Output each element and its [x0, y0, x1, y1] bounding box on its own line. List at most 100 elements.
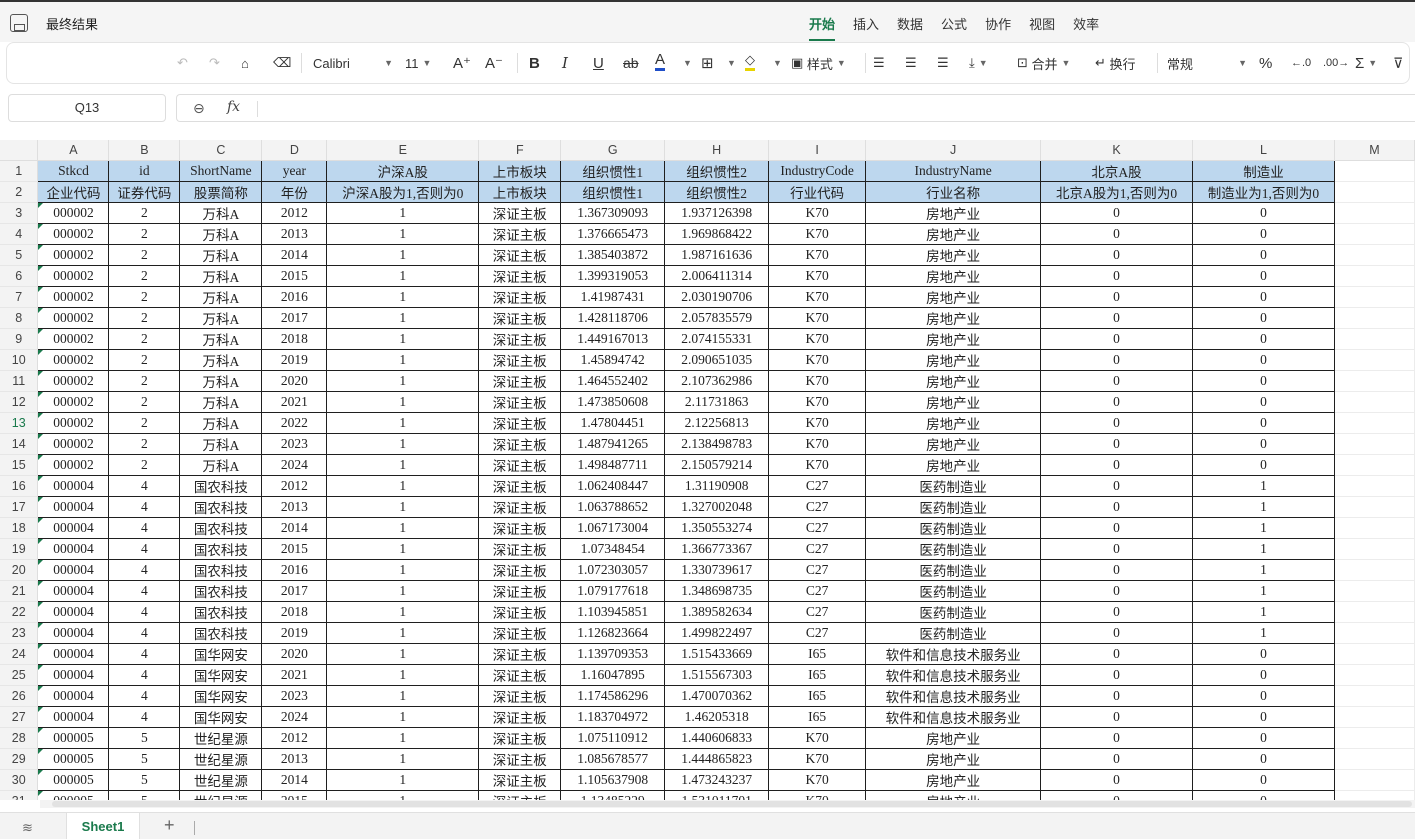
data-cell[interactable]: 0: [1040, 390, 1193, 413]
data-cell[interactable]: 深证主板: [478, 663, 562, 686]
data-cell[interactable]: 1.470070362: [664, 684, 770, 707]
data-cell[interactable]: 000002: [37, 453, 110, 476]
empty-cell[interactable]: [1334, 475, 1415, 497]
row-header[interactable]: 27: [0, 706, 39, 728]
data-cell[interactable]: 4: [108, 705, 181, 728]
data-cell[interactable]: 医药制造业: [865, 516, 1042, 539]
data-cell[interactable]: 0: [1040, 705, 1193, 728]
empty-cell[interactable]: [1334, 748, 1415, 770]
header-cell[interactable]: Stkcd: [37, 159, 110, 182]
data-cell[interactable]: 2015: [261, 789, 328, 800]
row-header[interactable]: 21: [0, 580, 39, 602]
row-header[interactable]: 12: [0, 391, 39, 413]
data-cell[interactable]: 0: [1040, 663, 1193, 686]
font-color-dropdown[interactable]: ▼: [679, 51, 692, 75]
data-cell[interactable]: 1: [326, 642, 480, 665]
data-cell[interactable]: 000004: [37, 579, 110, 602]
data-cell[interactable]: 1: [326, 243, 480, 266]
data-cell[interactable]: 房地产业: [865, 327, 1042, 350]
data-cell[interactable]: 软件和信息技术服务业: [865, 705, 1042, 728]
row-header[interactable]: 10: [0, 349, 39, 371]
empty-cell[interactable]: [1334, 454, 1415, 476]
row-header[interactable]: 8: [0, 307, 39, 329]
header-cell[interactable]: 上市板块: [478, 180, 562, 203]
data-cell[interactable]: 1.987161636: [664, 243, 770, 266]
data-cell[interactable]: 万科A: [179, 453, 263, 476]
format-painter-icon[interactable]: ⌂: [241, 51, 249, 75]
data-cell[interactable]: 2024: [261, 453, 328, 476]
scrollbar-thumb[interactable]: [52, 801, 1412, 807]
data-cell[interactable]: 1.515567303: [664, 663, 770, 686]
data-cell[interactable]: 1.367309093: [560, 201, 666, 224]
data-cell[interactable]: K70: [768, 432, 867, 455]
data-cell[interactable]: 2020: [261, 642, 328, 665]
row-header[interactable]: 26: [0, 685, 39, 707]
data-cell[interactable]: 2012: [261, 474, 328, 497]
data-cell[interactable]: 2020: [261, 369, 328, 392]
data-cell[interactable]: 1.063788652: [560, 495, 666, 518]
row-header[interactable]: 16: [0, 475, 39, 497]
data-cell[interactable]: 2015: [261, 264, 328, 287]
data-cell[interactable]: 1: [1192, 474, 1335, 497]
menu-tab[interactable]: 效率: [1064, 12, 1108, 35]
data-cell[interactable]: 4: [108, 600, 181, 623]
data-cell[interactable]: 1: [326, 789, 480, 800]
data-cell[interactable]: 1.41987431: [560, 285, 666, 308]
data-cell[interactable]: 000002: [37, 432, 110, 455]
data-cell[interactable]: 000002: [37, 264, 110, 287]
data-cell[interactable]: 深证主板: [478, 201, 562, 224]
empty-cell[interactable]: [1334, 328, 1415, 350]
data-cell[interactable]: 万科A: [179, 222, 263, 245]
data-cell[interactable]: 1.067173004: [560, 516, 666, 539]
data-cell[interactable]: 房地产业: [865, 747, 1042, 770]
data-cell[interactable]: 2019: [261, 348, 328, 371]
data-cell[interactable]: 2013: [261, 747, 328, 770]
menu-tab[interactable]: 插入: [844, 12, 888, 35]
data-cell[interactable]: 2012: [261, 201, 328, 224]
data-cell[interactable]: 1: [326, 579, 480, 602]
data-cell[interactable]: 软件和信息技术服务业: [865, 684, 1042, 707]
data-cell[interactable]: 2.090651035: [664, 348, 770, 371]
data-cell[interactable]: 深证主板: [478, 285, 562, 308]
data-cell[interactable]: 深证主板: [478, 474, 562, 497]
data-cell[interactable]: 医药制造业: [865, 558, 1042, 581]
data-cell[interactable]: 000002: [37, 201, 110, 224]
header-cell[interactable]: 股票简称: [179, 180, 263, 203]
header-cell[interactable]: 组织惯性2: [664, 180, 770, 203]
data-cell[interactable]: 1: [326, 726, 480, 749]
data-cell[interactable]: 0: [1040, 327, 1193, 350]
data-cell[interactable]: 0: [1040, 285, 1193, 308]
data-cell[interactable]: 深证主板: [478, 243, 562, 266]
data-cell[interactable]: 万科A: [179, 285, 263, 308]
data-cell[interactable]: 深证主板: [478, 390, 562, 413]
data-cell[interactable]: 000005: [37, 726, 110, 749]
data-cell[interactable]: C27: [768, 474, 867, 497]
data-cell[interactable]: 万科A: [179, 243, 263, 266]
horizontal-scrollbar[interactable]: [40, 800, 1415, 808]
data-cell[interactable]: K70: [768, 453, 867, 476]
data-cell[interactable]: 国华网安: [179, 684, 263, 707]
data-cell[interactable]: 国华网安: [179, 663, 263, 686]
align-left-icon[interactable]: ☰: [873, 51, 885, 75]
row-header[interactable]: 31: [0, 790, 39, 800]
data-cell[interactable]: 深证主板: [478, 369, 562, 392]
header-cell[interactable]: 北京A股: [1040, 159, 1193, 182]
header-cell[interactable]: 行业名称: [865, 180, 1042, 203]
font-size-select[interactable]: 11 ▼: [405, 51, 439, 75]
empty-cell[interactable]: [1334, 601, 1415, 623]
data-cell[interactable]: 1: [326, 537, 480, 560]
data-cell[interactable]: 1: [326, 306, 480, 329]
data-cell[interactable]: 国农科技: [179, 495, 263, 518]
data-cell[interactable]: C27: [768, 495, 867, 518]
data-cell[interactable]: 医药制造业: [865, 537, 1042, 560]
empty-cell[interactable]: [1334, 790, 1415, 800]
data-cell[interactable]: 1.062408447: [560, 474, 666, 497]
data-cell[interactable]: 深证主板: [478, 642, 562, 665]
data-cell[interactable]: K70: [768, 411, 867, 434]
data-cell[interactable]: 4: [108, 474, 181, 497]
empty-cell[interactable]: [1334, 244, 1415, 266]
data-cell[interactable]: 2: [108, 243, 181, 266]
increase-decimal-icon[interactable]: ←.0: [1291, 51, 1311, 75]
data-cell[interactable]: 0: [1040, 684, 1193, 707]
data-cell[interactable]: 1.444865823: [664, 747, 770, 770]
